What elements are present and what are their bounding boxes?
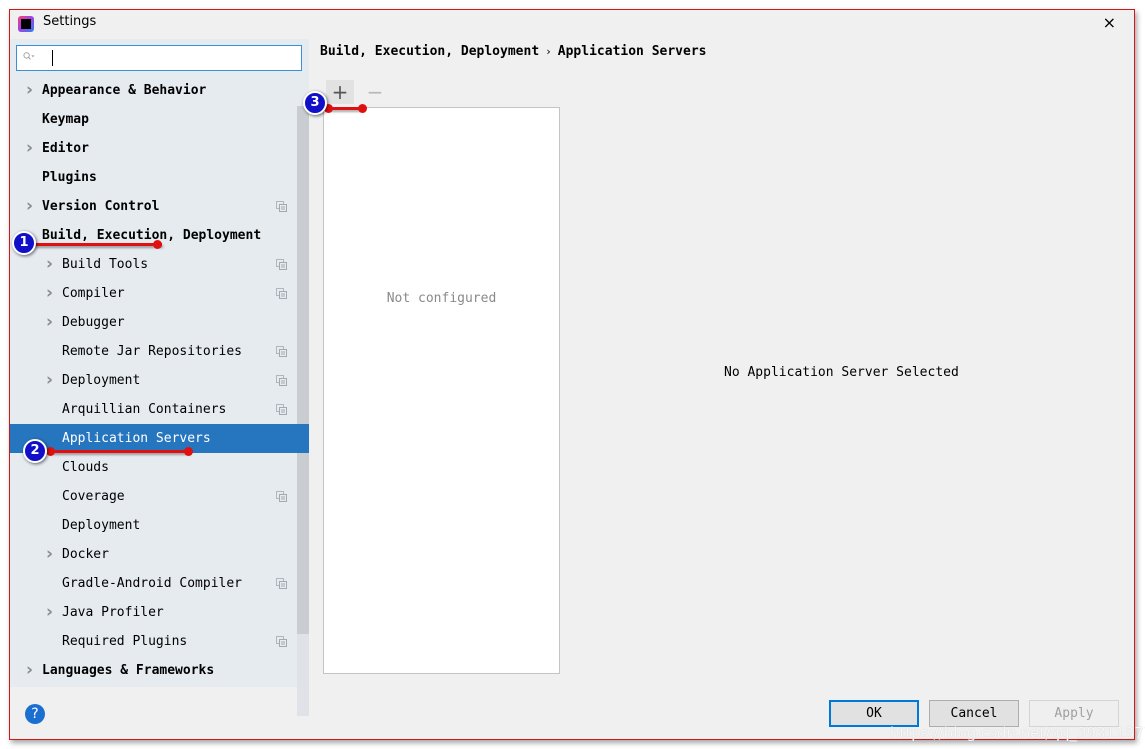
sidebar-item[interactable]: › Java Profiler [10, 598, 309, 627]
chevron-right-icon[interactable]: › [46, 366, 53, 395]
annotation-underline-2 [50, 450, 190, 453]
sidebar-item-label: Arquillian Containers [62, 402, 227, 417]
close-button[interactable]: × [1103, 13, 1116, 32]
sidebar-item[interactable]: Required Plugins [10, 627, 309, 656]
breadcrumb-separator: › [545, 45, 552, 58]
chevron-right-icon[interactable]: › [26, 192, 33, 221]
sidebar-item-label: Deployment [62, 518, 141, 533]
sidebar-item-label: Languages & Frameworks [42, 663, 215, 678]
annotation-dot-1 [153, 240, 162, 249]
sidebar-item[interactable]: Gradle-Android Compiler [10, 569, 309, 598]
sidebar-item-label: Clouds [62, 460, 109, 475]
annotation-dot-3b [358, 104, 367, 113]
annotation-marker-2: 2 [23, 439, 47, 463]
remove-server-button[interactable]: − [364, 80, 386, 104]
watermark-text: https://blog.csdn.net/qq_39311377 [890, 724, 1145, 742]
sidebar-item-label: Compiler [62, 286, 125, 301]
sidebar-item-label: Appearance & Behavior [42, 83, 207, 98]
breadcrumb: Build, Execution, Deployment › Application… [320, 44, 707, 59]
project-level-icon [276, 578, 287, 589]
window-title: Settings [43, 14, 97, 29]
search-input[interactable] [55, 48, 299, 70]
sidebar-item-label: Coverage [62, 489, 125, 504]
annotation-dot-2a [46, 447, 55, 456]
annotation-underline-1 [22, 243, 162, 246]
text-caret [52, 50, 53, 66]
project-level-icon [276, 404, 287, 415]
sidebar-item-label: Deployment [62, 373, 141, 388]
sidebar-item[interactable]: › Compiler [10, 279, 309, 308]
no-server-selected-text: No Application Server Selected [724, 365, 959, 380]
sidebar-item-label: Gradle-Android Compiler [62, 576, 243, 591]
annotation-marker-3: 3 [303, 91, 327, 115]
annotation-dot-2b [184, 447, 193, 456]
project-level-icon [276, 636, 287, 647]
cancel-button[interactable]: Cancel [929, 700, 1019, 727]
application-server-list[interactable]: Not configured [323, 107, 560, 674]
sidebar-item-label: Docker [62, 547, 109, 562]
chevron-right-icon[interactable]: › [46, 250, 53, 279]
sidebar-item[interactable]: › Deployment [10, 366, 309, 395]
sidebar-item[interactable]: Deployment [10, 511, 309, 540]
apply-button[interactable]: Apply [1029, 700, 1119, 727]
settings-dialog: Settings × › Appearance & Behavior Keymap ›… [9, 9, 1145, 742]
ok-button[interactable]: OK [829, 700, 919, 727]
sidebar-item-label: Build Tools [62, 257, 149, 272]
sidebar-item-label: Plugins [42, 170, 97, 185]
project-level-icon [276, 259, 287, 270]
sidebar-item[interactable]: › Appearance & Behavior [10, 76, 309, 105]
sidebar-item[interactable]: › Version Control [10, 192, 309, 221]
breadcrumb-current: Application Servers [557, 44, 707, 59]
project-level-icon [276, 346, 287, 357]
sidebar-item[interactable]: › Build Tools [10, 250, 309, 279]
sidebar-item-label: Debugger [62, 315, 125, 330]
add-server-button[interactable]: + [326, 80, 354, 104]
project-level-icon [276, 375, 287, 386]
project-level-icon [276, 491, 287, 502]
chevron-right-icon[interactable]: › [46, 279, 53, 308]
annotation-marker-1: 1 [12, 231, 36, 255]
project-level-icon [276, 288, 287, 299]
sidebar-item-label: Remote Jar Repositories [62, 344, 243, 359]
sidebar-item[interactable]: Keymap [10, 105, 309, 134]
chevron-right-icon[interactable]: › [46, 598, 53, 627]
empty-list-text: Not configured [386, 291, 497, 306]
chevron-right-icon[interactable]: › [26, 134, 33, 163]
title-bar: Settings × [10, 10, 1134, 38]
sidebar-item-label: Editor [42, 141, 89, 156]
sidebar-item[interactable]: Arquillian Containers [10, 395, 309, 424]
sidebar-item[interactable]: › Debugger [10, 308, 309, 337]
search-box[interactable] [16, 45, 302, 71]
sidebar-item-label: Keymap [42, 112, 89, 127]
intellij-app-icon [18, 16, 34, 32]
sidebar-item[interactable]: Clouds [10, 453, 309, 482]
sidebar-item-label: Version Control [42, 199, 160, 214]
help-button[interactable]: ? [25, 704, 45, 724]
project-level-icon [276, 201, 287, 212]
chevron-right-icon[interactable]: › [46, 308, 53, 337]
breadcrumb-parent[interactable]: Build, Execution, Deployment [320, 44, 539, 59]
sidebar-item[interactable]: Coverage [10, 482, 309, 511]
sidebar-item-label: Java Profiler [62, 605, 164, 620]
sidebar-item[interactable]: Application Servers [10, 424, 309, 453]
sidebar-item-label: Required Plugins [62, 634, 188, 649]
sidebar-item[interactable]: › Editor [10, 134, 309, 163]
chevron-right-icon[interactable]: › [26, 656, 33, 685]
settings-sidebar: › Appearance & Behavior Keymap › Editor Plugi… [10, 39, 309, 716]
chevron-right-icon[interactable]: › [26, 76, 33, 105]
sidebar-item[interactable]: Plugins [10, 163, 309, 192]
search-icon [23, 52, 35, 60]
chevron-right-icon[interactable]: › [46, 540, 53, 569]
sidebar-item[interactable]: Remote Jar Repositories [10, 337, 309, 366]
sidebar-item[interactable]: › Languages & Frameworks [10, 656, 309, 685]
sidebar-item[interactable]: › Docker [10, 540, 309, 569]
